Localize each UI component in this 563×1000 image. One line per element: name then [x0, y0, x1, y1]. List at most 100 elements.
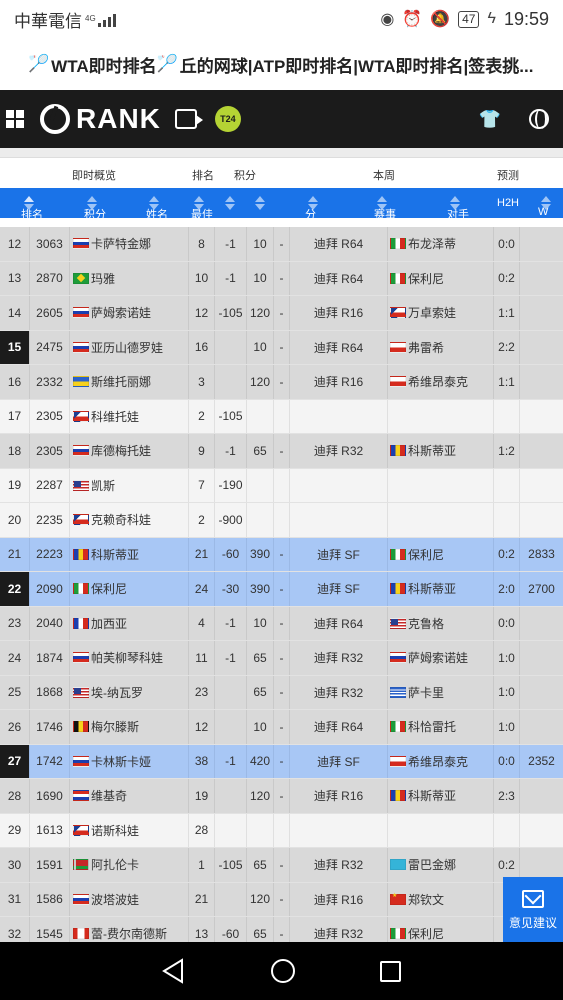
player-cell[interactable]: 卡萨特金娜	[70, 227, 189, 261]
player-cell[interactable]: 加西亚	[70, 606, 189, 640]
opponent-cell[interactable]: 弗雷希	[388, 330, 494, 364]
player-cell[interactable]: 维基奇	[70, 779, 189, 813]
table-row[interactable]: 24 1874 帕芙柳琴科娃 11 -1 65- 迪拜 R32 萨姆索诺娃 1:0	[0, 641, 563, 676]
col-points[interactable]: 积分	[84, 196, 106, 221]
opponent-cell[interactable]: 科斯蒂亚	[388, 779, 494, 813]
feedback-label: 意见建议	[508, 915, 557, 930]
table-row[interactable]: 16 2332 斯维托丽娜 3 120- 迪拜 R16 希维昂泰克 1:1	[0, 365, 563, 400]
battery-level: 47	[462, 11, 476, 26]
opponent-cell[interactable]: 科斯蒂亚	[388, 434, 494, 468]
col-event[interactable]: 赛事	[374, 196, 396, 221]
flag-icon	[390, 892, 406, 905]
table-row[interactable]: 21 2223 科斯蒂亚 21 -60 390- 迪拜 SF 保利尼 0:2 2833	[0, 537, 563, 572]
table-row[interactable]: 30 1591 阿扎伦卡 1 -105 65- 迪拜 R32 雷巴金娜 0:2	[0, 848, 563, 883]
best-rank-cell: 12	[189, 710, 215, 744]
player-cell[interactable]: 诺斯科娃	[70, 813, 189, 847]
col-diff[interactable]	[222, 196, 235, 211]
event-cell	[290, 468, 388, 502]
feedback-button[interactable]: 意见建议	[503, 877, 563, 943]
table-row[interactable]: 12 3063 卡萨特金娜 8 -1 10- 迪拜 R64 布龙泽蒂 0:0	[0, 227, 563, 262]
player-cell[interactable]: 科维托娃	[70, 399, 189, 433]
col-dpts[interactable]	[252, 196, 265, 211]
home-icon[interactable]	[270, 959, 295, 983]
col-h2h[interactable]: H2H	[497, 197, 519, 209]
globe-icon[interactable]	[529, 109, 549, 129]
opponent-cell[interactable]: 雷巴金娜	[388, 848, 494, 882]
player-cell[interactable]: 凯斯	[70, 468, 189, 502]
dash-cell	[274, 813, 290, 847]
opponent-cell[interactable]	[388, 399, 494, 433]
player-name: 斯维托丽娜	[91, 375, 152, 390]
table-row[interactable]: 14 2605 萨姆索诺娃 12 -105 120- 迪拜 R16 万卓索娃 1:1	[0, 296, 563, 331]
table-row[interactable]: 19 2287 凯斯 7 -190	[0, 468, 563, 503]
player-cell[interactable]: 梅尔滕斯	[70, 710, 189, 744]
col-best[interactable]: 最佳	[191, 196, 213, 221]
opponent-cell[interactable]: 希维昂泰克	[388, 365, 494, 399]
shirt-icon[interactable]: 👕	[479, 109, 501, 130]
opponent-cell[interactable]: 克鲁格	[388, 606, 494, 640]
table-row[interactable]: 23 2040 加西亚 4 -1 10- 迪拜 R64 克鲁格 0:0	[0, 606, 563, 641]
opponent-cell[interactable]: 保利尼	[388, 917, 494, 942]
player-cell[interactable]: 卡林斯卡娅	[70, 744, 189, 778]
table-row[interactable]: 321545蕾-费尔南德斯13-6065-迪拜 R32保利尼3	[0, 917, 563, 942]
player-cell[interactable]: 斯维托丽娜	[70, 365, 189, 399]
opponent-cell[interactable]: 科斯蒂亚	[388, 572, 494, 606]
opponent-cell[interactable]: 布龙泽蒂	[388, 227, 494, 261]
player-cell[interactable]: 蕾-费尔南德斯	[70, 917, 189, 942]
player-name: 帕芙柳琴科娃	[91, 651, 164, 666]
table-row[interactable]: 26 1746 梅尔滕斯 12 10- 迪拜 R64 科恰雷托 1:0	[0, 710, 563, 745]
opponent-cell[interactable]: 保利尼	[388, 261, 494, 295]
group-overview: 即时概览	[72, 170, 116, 182]
dash-cell: -	[274, 296, 290, 330]
player-cell[interactable]: 亚历山德罗娃	[70, 330, 189, 364]
t24-icon[interactable]: T24	[214, 106, 241, 132]
player-cell[interactable]: 玛雅	[70, 261, 189, 295]
col-pts[interactable]: 分	[305, 196, 318, 221]
best-rank-cell: 23	[189, 675, 215, 709]
player-name: 科斯蒂亚	[91, 547, 140, 562]
points-cell: 1545	[30, 917, 70, 942]
opponent-cell[interactable]	[388, 503, 494, 537]
player-cell[interactable]: 科斯蒂亚	[70, 537, 189, 571]
recent-apps-icon[interactable]	[379, 960, 401, 982]
opponent-cell[interactable]: 希维昂泰克	[388, 744, 494, 778]
opponent-cell[interactable]	[388, 468, 494, 502]
table-row[interactable]: 13 2870 玛雅 10 -1 10- 迪拜 R64 保利尼 0:2	[0, 261, 563, 296]
opponent-cell[interactable]: 郑钦文	[388, 882, 494, 916]
back-icon[interactable]	[162, 958, 186, 984]
player-cell[interactable]: 阿扎伦卡	[70, 848, 189, 882]
table-row[interactable]: 15 2475 亚历山德罗娃 16 10- 迪拜 R64 弗雷希 2:2	[0, 330, 563, 365]
table-row[interactable]: 29 1613 诺斯科娃 28	[0, 813, 563, 848]
points-cell: 2605	[30, 296, 70, 330]
player-cell[interactable]: 保利尼	[70, 572, 189, 606]
opponent-cell[interactable]: 万卓索娃	[388, 296, 494, 330]
player-cell[interactable]: 萨姆索诺娃	[70, 296, 189, 330]
opponent-cell[interactable]	[388, 813, 494, 847]
table-row[interactable]: 25 1868 埃-纳瓦罗 23 65- 迪拜 R32 萨卡里 1:0	[0, 675, 563, 710]
table-row[interactable]: 22 2090 保利尼 24 -30 390- 迪拜 SF 科斯蒂亚 2:0 2700	[0, 572, 563, 607]
col-opponent[interactable]: 对手	[447, 196, 469, 221]
col-w[interactable]: W	[538, 196, 551, 218]
opponent-cell[interactable]: 科恰雷托	[388, 710, 494, 744]
rank-cell: 32	[0, 917, 30, 942]
table-row[interactable]: 28 1690 维基奇 19 120- 迪拜 R16 科斯蒂亚 2:3	[0, 779, 563, 814]
table-row[interactable]: 18 2305 库德梅托娃 9 -1 65- 迪拜 R32 科斯蒂亚 1:2	[0, 434, 563, 469]
player-cell[interactable]: 波塔波娃	[70, 882, 189, 916]
player-cell[interactable]: 帕芙柳琴科娃	[70, 641, 189, 675]
video-icon[interactable]	[174, 109, 203, 129]
opponent-cell[interactable]: 保利尼	[388, 537, 494, 571]
table-row[interactable]: 27 1742 卡林斯卡娅 38 -1 420- 迪拜 SF 希维昂泰克 0:0 2352	[0, 744, 563, 779]
player-cell[interactable]: 库德梅托娃	[70, 434, 189, 468]
player-cell[interactable]: 克赖奇科娃	[70, 503, 189, 537]
col-rank[interactable]: 排名	[21, 196, 43, 221]
opponent-cell[interactable]: 萨姆索诺娃	[388, 641, 494, 675]
col-name[interactable]: 姓名	[146, 196, 168, 221]
best-rank-cell: 2	[189, 503, 215, 537]
table-row[interactable]: 17 2305 科维托娃 2 -105	[0, 399, 563, 434]
rank-logo[interactable]: RANK	[40, 103, 161, 135]
menu-grid-icon[interactable]	[6, 110, 24, 128]
player-cell[interactable]: 埃-纳瓦罗	[70, 675, 189, 709]
opponent-cell[interactable]: 萨卡里	[388, 675, 494, 709]
table-row[interactable]: 311586波塔波娃21120-迪拜 R16郑钦文1	[0, 882, 563, 917]
table-row[interactable]: 20 2235 克赖奇科娃 2 -900	[0, 503, 563, 538]
